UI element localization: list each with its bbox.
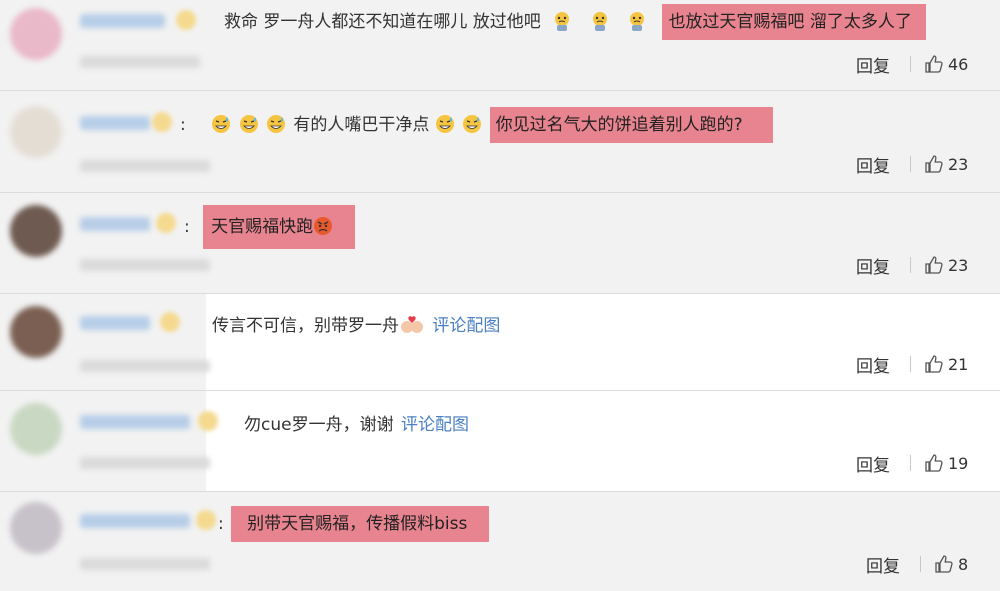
thumbs-up-icon (925, 454, 943, 472)
comment-image-link[interactable]: 评论配图 (432, 316, 500, 336)
vip-badge-icon (176, 10, 196, 30)
comment-text: : 别带天官赐福，传播假料biss (218, 506, 490, 542)
like-count: 19 (948, 454, 969, 473)
like-count: 23 (948, 256, 969, 275)
avatar[interactable] (10, 403, 62, 455)
vip-badge-icon (156, 213, 176, 233)
comment-text: 传言不可信，别带罗一舟 评论配图 (212, 314, 500, 338)
reply-button[interactable]: 回复 (856, 52, 890, 77)
username-blurred[interactable] (80, 514, 190, 528)
timestamp-blurred (80, 360, 210, 372)
avatar[interactable] (10, 106, 62, 158)
avatar[interactable] (10, 502, 62, 554)
highlighted-text: 别带天官赐福，传播假料biss (231, 506, 490, 542)
comment-item: 传言不可信，别带罗一舟 评论配图 回复 21 (0, 294, 1000, 391)
comment-item: 勿cue罗一舟，谢谢 评论配图 回复 19 (0, 391, 1000, 492)
username-blurred[interactable] (80, 316, 150, 330)
reply-button[interactable]: 回复 (856, 451, 890, 476)
username-blurred[interactable] (80, 217, 150, 231)
comment-item: 救命 罗一舟人都还不知道在哪儿 放过他吧 也放过天官赐福吧 溜了太多人了 回复 … (0, 0, 1000, 91)
like-count: 23 (948, 155, 969, 174)
reply-button[interactable]: 回复 (866, 552, 900, 577)
timestamp-blurred (80, 558, 210, 570)
sweat-smile-icon (211, 115, 238, 135)
thumbs-up-icon (925, 256, 943, 274)
vip-badge-icon (160, 312, 180, 332)
divider (910, 56, 911, 72)
comment-body: 有的人嘴巴干净点 (293, 115, 430, 135)
comment-image-link[interactable]: 评论配图 (401, 415, 469, 435)
angry-face-icon (313, 217, 335, 237)
username-blurred[interactable] (80, 415, 190, 429)
like-count: 8 (958, 555, 969, 574)
comment-item: : 天官赐福快跑 回复 23 (0, 193, 1000, 294)
sweat-smile-icon (429, 115, 462, 135)
like-button[interactable]: 23 (924, 154, 968, 174)
comment-body: 勿cue罗一舟，谢谢 (244, 415, 394, 435)
divider (910, 156, 911, 172)
reply-button[interactable]: 回复 (856, 152, 890, 177)
timestamp-blurred (80, 56, 200, 68)
comment-body: 传言不可信，别带罗一舟 (212, 316, 399, 336)
highlighted-body: 天官赐福快跑 (211, 217, 314, 237)
like-button[interactable]: 21 (924, 354, 968, 374)
avatar[interactable] (10, 8, 62, 60)
avatar[interactable] (10, 306, 62, 358)
highlighted-text: 天官赐福快跑 (203, 205, 356, 249)
highlighted-text: 也放过天官赐福吧 溜了太多人了 (662, 4, 926, 40)
highlighted-text: 你见过名气大的饼追着别人跑的? (489, 107, 773, 143)
like-button[interactable]: 8 (934, 554, 968, 574)
sweat-smile-icon (266, 115, 293, 135)
comment-body: 救命 罗一舟人都还不知道在哪儿 放过他吧 (224, 12, 541, 32)
thumbs-up-icon (935, 555, 953, 573)
timestamp-blurred (80, 160, 210, 172)
crying-face-icon (590, 12, 617, 32)
comment-text: : 有的人嘴巴干净点 你见过名气大的饼追着别人跑的? (180, 107, 773, 143)
like-button[interactable]: 19 (924, 453, 968, 473)
thumbs-up-icon (925, 355, 943, 373)
like-count: 46 (948, 55, 969, 74)
reply-button[interactable]: 回复 (856, 352, 890, 377)
colon: : (180, 115, 186, 135)
divider (920, 556, 921, 572)
thumbs-up-icon (925, 55, 943, 73)
timestamp-blurred (80, 259, 210, 271)
reply-button[interactable]: 回复 (856, 253, 890, 278)
comment-text: 勿cue罗一舟，谢谢 评论配图 (244, 413, 469, 437)
like-button[interactable]: 46 (924, 54, 968, 74)
colon: : (218, 514, 224, 534)
divider (910, 356, 911, 372)
comment-text: : 天官赐福快跑 (184, 205, 356, 249)
vip-badge-icon (152, 112, 172, 132)
comment-item: : 别带天官赐福，传播假料biss 回复 8 (0, 492, 1000, 591)
timestamp-blurred (80, 457, 210, 469)
colon: : (184, 217, 190, 237)
divider (910, 257, 911, 273)
sweat-smile-icon (239, 115, 266, 135)
username-blurred[interactable] (80, 14, 165, 28)
sweat-smile-icon (462, 115, 489, 135)
vip-badge-icon (198, 411, 218, 431)
crying-face-icon (552, 12, 579, 32)
username-blurred[interactable] (80, 116, 150, 130)
like-button[interactable]: 23 (924, 255, 968, 275)
avatar[interactable] (10, 205, 62, 257)
vip-badge-icon (196, 510, 216, 530)
crying-face-icon (627, 12, 654, 32)
like-count: 21 (948, 355, 969, 374)
divider (910, 455, 911, 471)
comment-text: 救命 罗一舟人都还不知道在哪儿 放过他吧 也放过天官赐福吧 溜了太多人了 (224, 4, 926, 40)
comment-item: : 有的人嘴巴干净点 你见过名气大的饼追着别人跑的? 回复 23 (0, 92, 1000, 193)
thumbs-up-icon (925, 155, 943, 173)
couple-heart-icon (399, 316, 427, 336)
